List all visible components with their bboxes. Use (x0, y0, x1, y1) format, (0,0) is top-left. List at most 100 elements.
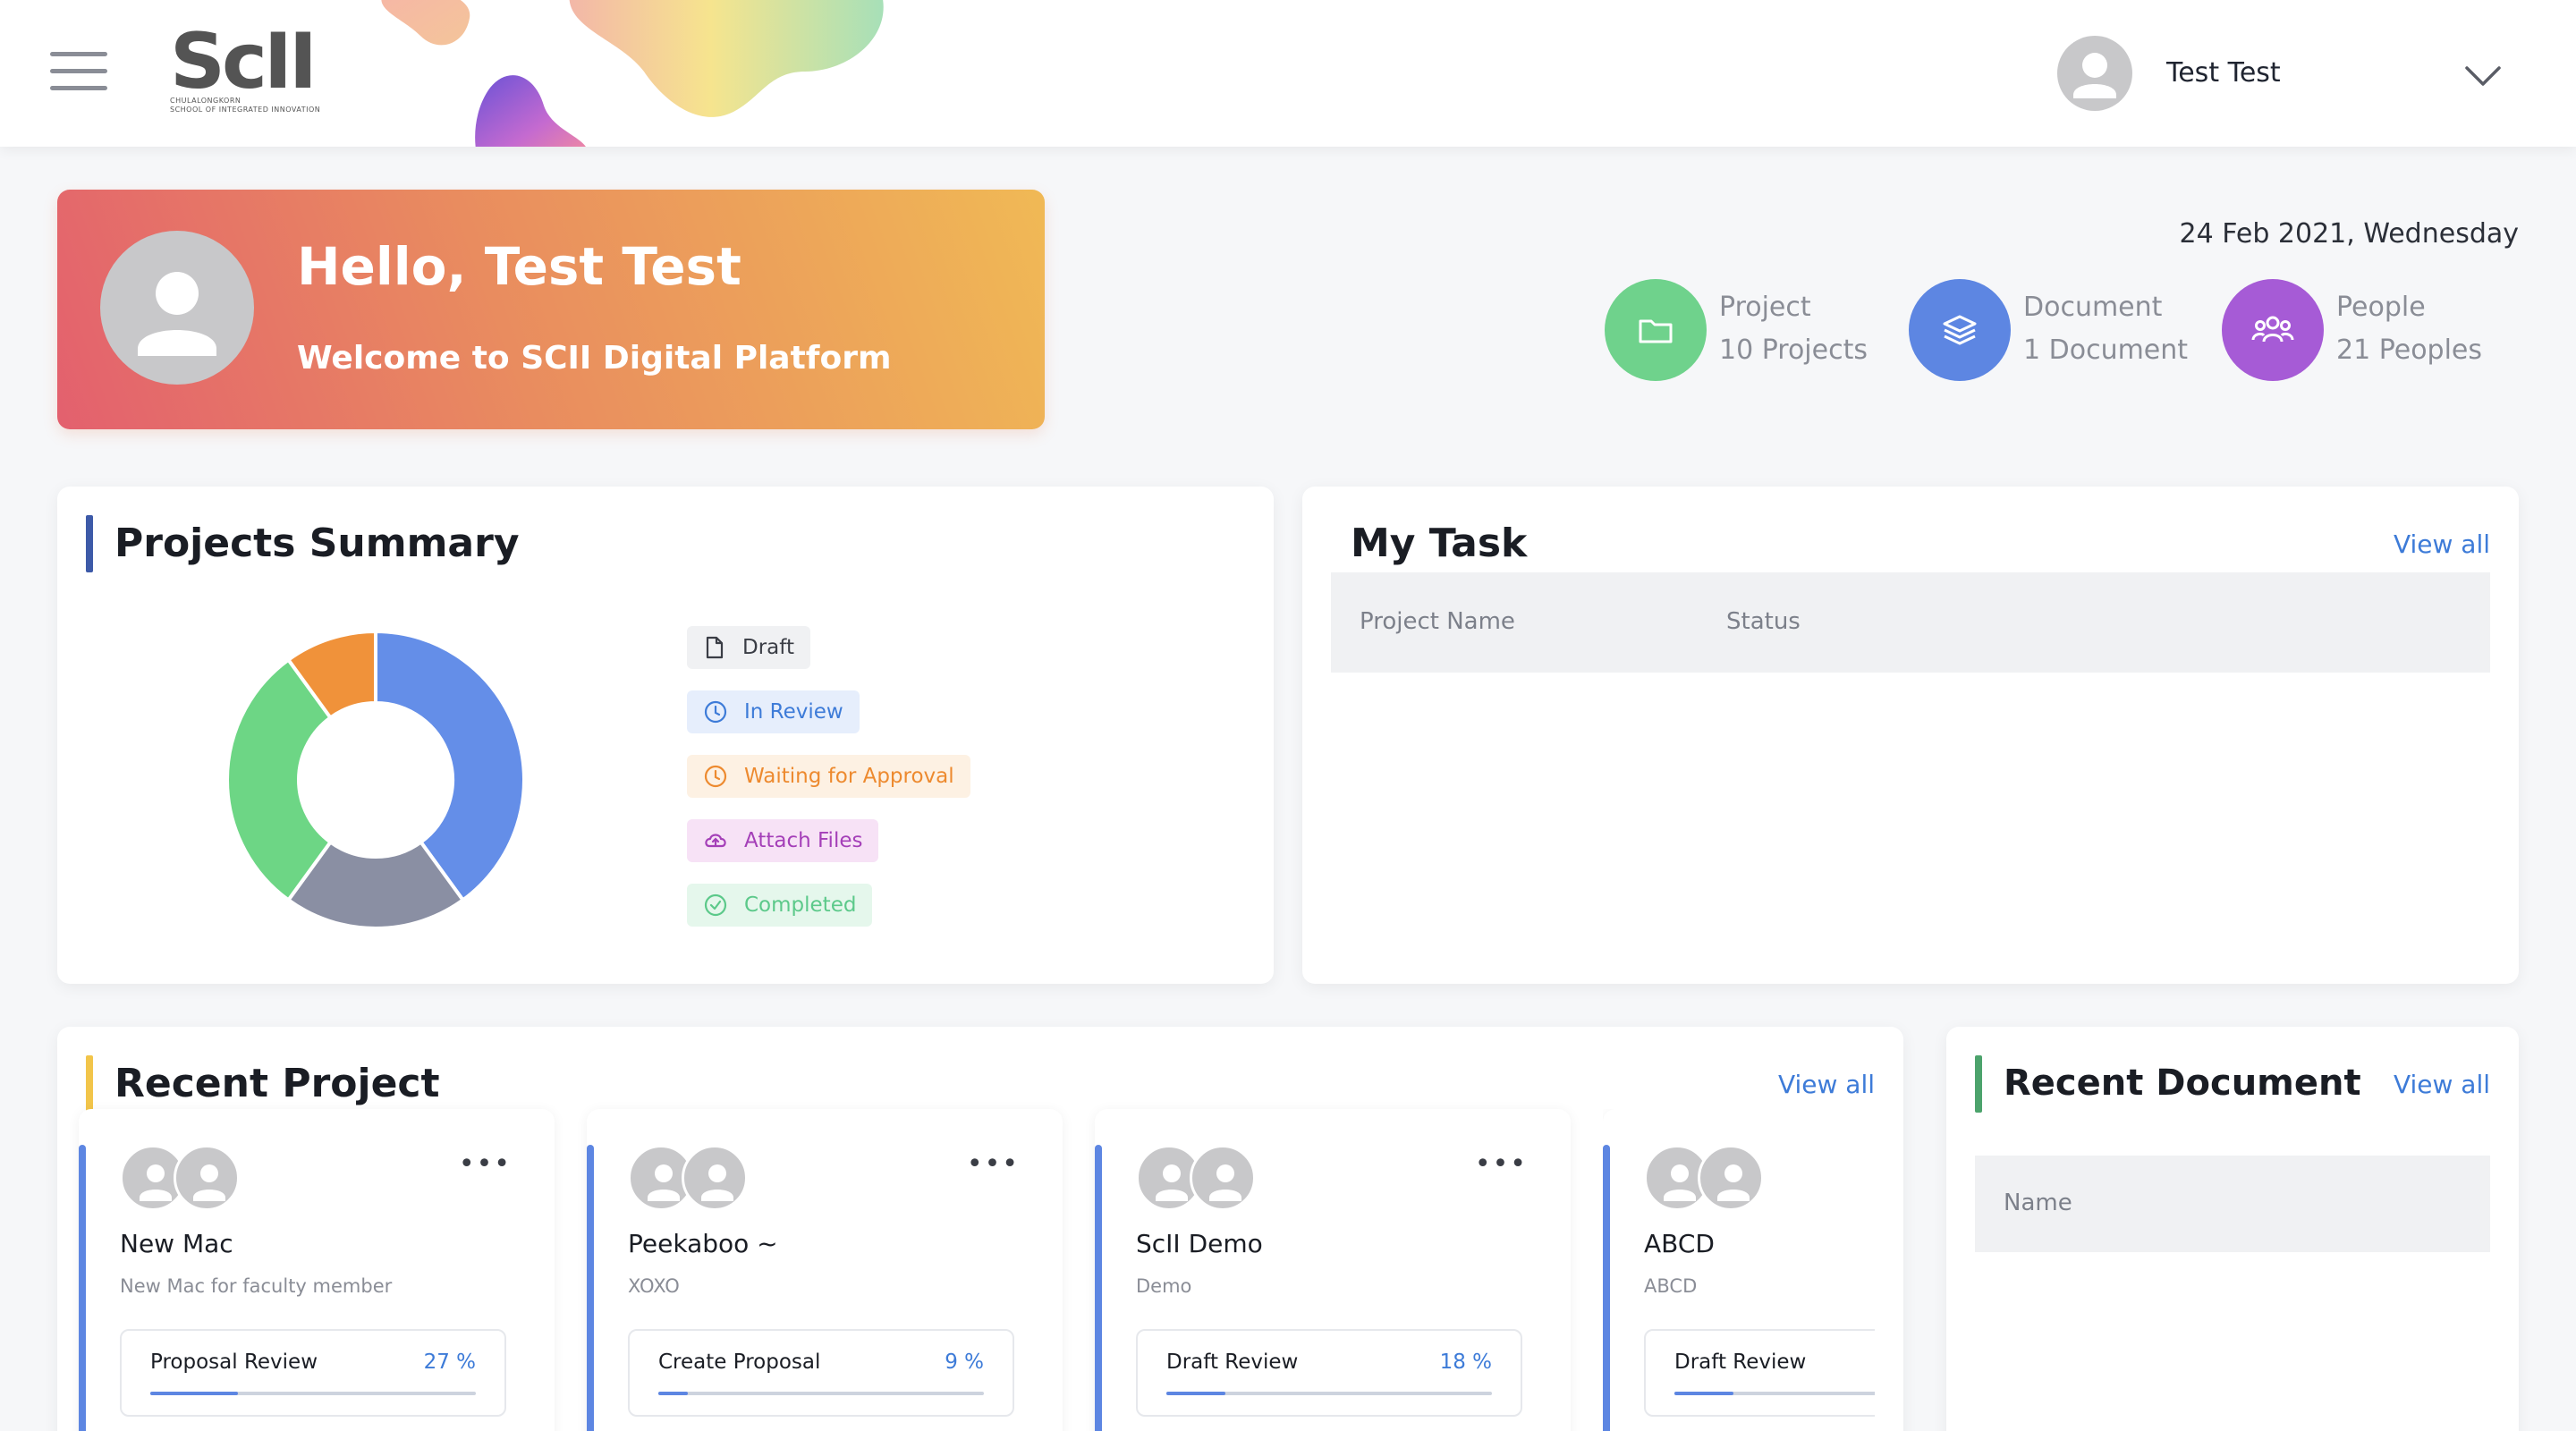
menu-icon[interactable] (50, 52, 107, 95)
more-options-icon[interactable]: ••• (459, 1151, 512, 1178)
recent-document-card: Recent Document View all Name (1946, 1027, 2519, 1431)
my-task-view-all-link[interactable]: View all (2394, 529, 2490, 559)
project-status-box[interactable]: Create Proposal 9 % (628, 1329, 1014, 1417)
project-description: New Mac for faculty member (120, 1275, 393, 1297)
my-task-table-header: Project Name Status (1331, 572, 2490, 673)
progress-track (1166, 1392, 1492, 1395)
column-header-status[interactable]: Status (1726, 608, 1801, 635)
progress-fill (658, 1392, 688, 1395)
progress-track (658, 1392, 984, 1395)
project-card-abcd[interactable]: ••• ABCD ABCD Draft Review (1603, 1109, 1875, 1431)
projects-summary-card: Projects Summary Draft In Review Waiting… (57, 487, 1274, 984)
stat-label: Document (2023, 292, 2163, 323)
stat-value: 21 Peoples (2336, 334, 2483, 366)
project-accent-bar (79, 1145, 86, 1431)
project-members (1644, 1145, 1769, 1213)
stat-label: People (2336, 292, 2426, 323)
project-status-label: Draft Review (1166, 1351, 1299, 1374)
project-name: ABCD (1644, 1229, 1715, 1258)
project-members (120, 1145, 245, 1213)
project-members (628, 1145, 753, 1213)
project-status-label: Proposal Review (150, 1351, 318, 1374)
project-accent-bar (587, 1145, 594, 1431)
clock-icon (704, 765, 727, 788)
decorative-blob-pink (381, 0, 470, 46)
recent-project-view-all-link[interactable]: View all (1778, 1070, 1875, 1099)
progress-fill (1674, 1392, 1733, 1395)
top-bar: ScII CHULALONGKORN SCHOOL OF INTEGRATED … (0, 0, 2576, 147)
user-silhouette-icon (1209, 1164, 1241, 1201)
project-status-box[interactable]: Draft Review (1644, 1329, 1875, 1417)
project-card-peekaboo[interactable]: ••• Peekaboo ~ XOXO Create Proposal 9 % (587, 1109, 1063, 1431)
project-card-scii-demo[interactable]: ••• ScII Demo Demo Draft Review 18 % (1095, 1109, 1571, 1431)
project-name: Peekaboo ~ (628, 1229, 778, 1258)
recent-document-view-all-link[interactable]: View all (2394, 1070, 2490, 1099)
project-status-label: Create Proposal (658, 1351, 821, 1374)
stat-circle (2222, 279, 2324, 381)
project-description: Demo (1136, 1275, 1192, 1297)
avatar (174, 1145, 240, 1211)
layers-icon (1943, 315, 1977, 345)
more-options-icon[interactable]: ••• (1475, 1151, 1528, 1178)
user-silhouette-icon (701, 1164, 733, 1201)
project-status-box[interactable]: Proposal Review 27 % (120, 1329, 506, 1417)
project-status-box[interactable]: Draft Review 18 % (1136, 1329, 1522, 1417)
legend-completed: Completed (687, 884, 873, 927)
legend-label: Waiting for Approval (744, 765, 954, 788)
project-members (1136, 1145, 1261, 1213)
project-progress-percent: 18 % (1439, 1351, 1492, 1374)
avatar (682, 1145, 748, 1211)
project-name: New Mac (120, 1229, 233, 1258)
avatar (1190, 1145, 1256, 1211)
current-date: 24 Feb 2021, Wednesday (2179, 218, 2519, 250)
projects-donut-chart (225, 629, 526, 930)
file-icon (706, 636, 724, 659)
recent-project-title: Recent Project (114, 1061, 440, 1106)
project-progress-percent: 27 % (423, 1351, 476, 1374)
title-accent-bar (1975, 1055, 1982, 1113)
column-header-name[interactable]: Name (2004, 1190, 2072, 1216)
clock-icon (704, 700, 727, 724)
recent-document-table-header: Name (1975, 1156, 2490, 1252)
project-status-label: Draft Review (1674, 1351, 1807, 1374)
project-accent-bar (1095, 1145, 1102, 1431)
more-options-icon[interactable]: ••• (967, 1151, 1020, 1178)
column-header-project-name[interactable]: Project Name (1360, 608, 1515, 635)
stat-label: Project (1719, 292, 1811, 323)
project-description: XOXO (628, 1275, 680, 1297)
avatar (1698, 1145, 1764, 1211)
user-menu[interactable]: Test Test (2057, 36, 2504, 111)
user-silhouette-icon (1717, 1164, 1750, 1201)
folder-icon (1639, 319, 1673, 343)
avatar (100, 231, 254, 385)
stat-circle (1909, 279, 2011, 381)
logo[interactable]: ScII CHULALONGKORN SCHOOL OF INTEGRATED … (170, 17, 322, 116)
user-name[interactable]: Test Test (2166, 57, 2281, 89)
progress-fill (150, 1392, 239, 1395)
legend-draft: Draft (687, 626, 810, 669)
stat-circle (1605, 279, 1707, 381)
user-avatar[interactable] (2057, 36, 2132, 111)
my-task-title: My Task (1351, 521, 1528, 566)
project-name: ScII Demo (1136, 1229, 1263, 1258)
progress-track (150, 1392, 476, 1395)
project-description: ABCD (1644, 1275, 1698, 1297)
progress-track (1674, 1392, 1875, 1395)
welcome-banner: Hello, Test Test Welcome to SCII Digital… (57, 190, 1045, 429)
progress-fill (1166, 1392, 1225, 1395)
welcome-subtitle: Welcome to SCII Digital Platform (297, 340, 892, 377)
project-accent-bar (1603, 1145, 1610, 1431)
chevron-down-icon[interactable] (2462, 54, 2504, 97)
user-silhouette-icon (138, 272, 216, 356)
project-card-new-mac[interactable]: ••• New Mac New Mac for faculty member P… (79, 1109, 555, 1431)
check-circle-icon (704, 893, 727, 917)
legend-label: Draft (742, 636, 794, 659)
legend-waiting-for-approval: Waiting for Approval (687, 755, 970, 798)
legend-label: In Review (744, 700, 843, 724)
user-silhouette-icon (193, 1164, 225, 1201)
user-silhouette-icon (2073, 53, 2116, 98)
project-card-clip: ••• ABCD ABCD Draft Review (1603, 1109, 1875, 1431)
welcome-title: Hello, Test Test (297, 236, 741, 297)
decorative-blob-yellow (569, 0, 884, 117)
logo-mark: ScII (170, 17, 318, 106)
